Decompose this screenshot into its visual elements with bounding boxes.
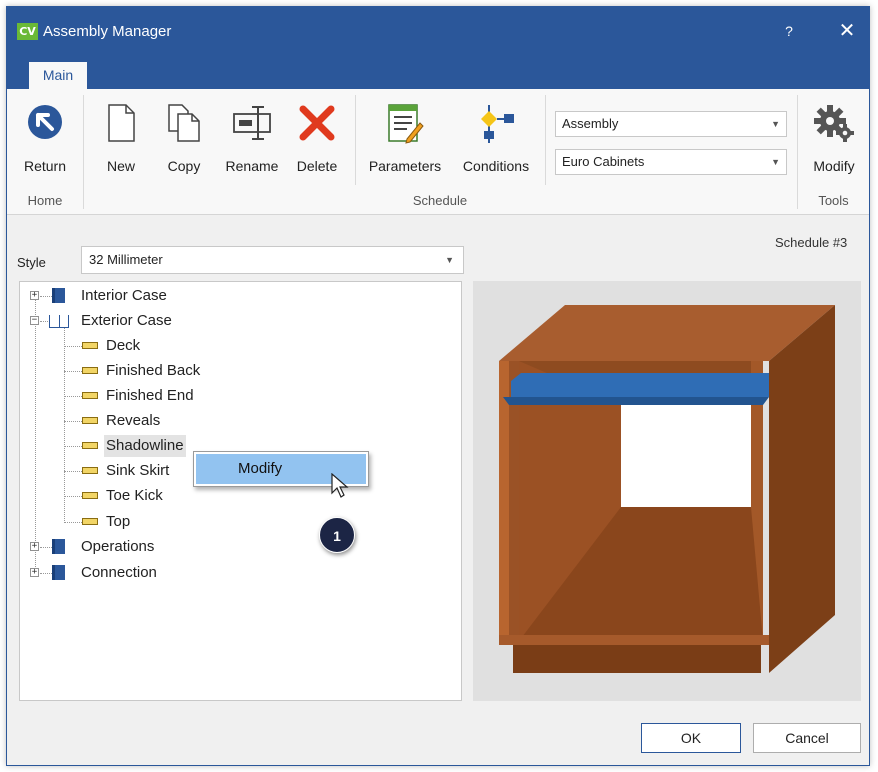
tree-node-finished-back[interactable]: Finished Back <box>106 360 200 382</box>
book-icon <box>52 288 65 303</box>
conditions-icon <box>476 103 516 148</box>
tree-connector <box>64 446 82 447</box>
tree-connector <box>64 396 82 397</box>
tree-connector <box>64 522 82 523</box>
tree-node-shadowline[interactable]: Shadowline <box>104 435 186 457</box>
tree-connector <box>35 296 36 573</box>
tree-node-operations[interactable]: Operations <box>81 536 154 558</box>
group-label-home: Home <box>27 193 63 208</box>
ribbon-separator <box>545 95 546 185</box>
part-icon <box>82 492 98 499</box>
ok-button[interactable]: OK <box>641 723 741 753</box>
delete-label: Delete <box>296 158 338 174</box>
copy-button[interactable]: Copy <box>157 99 211 179</box>
return-label: Return <box>23 158 67 174</box>
parameters-button[interactable]: Parameters <box>363 99 447 179</box>
rename-button[interactable]: Rename <box>221 99 283 179</box>
tree-connector <box>40 573 52 574</box>
library-value: Euro Cabinets <box>562 154 645 169</box>
modify-button[interactable]: Modify <box>803 99 865 179</box>
part-icon <box>82 442 98 449</box>
tree-node-sink-skirt[interactable]: Sink Skirt <box>106 460 169 482</box>
help-button[interactable]: ? <box>777 19 801 43</box>
tree-connector <box>64 371 82 372</box>
gear-icon <box>813 103 855 146</box>
return-button[interactable]: Return <box>17 99 73 179</box>
tree-node-finished-end[interactable]: Finished End <box>106 385 194 407</box>
ribbon-separator <box>797 95 798 209</box>
return-icon <box>26 103 64 144</box>
new-label: New <box>106 158 135 174</box>
copy-label: Copy <box>167 158 201 174</box>
step-callout: 1 <box>319 517 355 553</box>
chevron-down-icon: ▼ <box>771 157 780 167</box>
book-icon <box>52 565 65 580</box>
title-bar: CV Assembly Manager ? ✕ <box>7 7 869 57</box>
assembly-type-select[interactable]: Assembly ▼ <box>555 111 787 137</box>
app-logo: CV <box>17 23 38 40</box>
tree-node-toe-kick[interactable]: Toe Kick <box>106 485 163 507</box>
library-select[interactable]: Euro Cabinets ▼ <box>555 149 787 175</box>
cancel-button[interactable]: Cancel <box>753 723 861 753</box>
copy-icon <box>165 103 203 146</box>
tree-connector <box>40 296 52 297</box>
cabinet-3d-model <box>499 305 835 673</box>
conditions-button[interactable]: Conditions <box>455 99 537 179</box>
ribbon-separator <box>83 95 84 209</box>
parameters-icon <box>385 103 425 148</box>
expand-toggle[interactable]: + <box>30 568 39 577</box>
tree-connector <box>64 328 65 523</box>
book-icon <box>52 539 65 554</box>
collapse-toggle[interactable]: − <box>30 316 39 325</box>
tree-node-reveals[interactable]: Reveals <box>106 410 160 432</box>
new-document-icon <box>104 103 138 146</box>
rename-label: Rename <box>225 158 279 174</box>
tree-node-top[interactable]: Top <box>106 511 130 533</box>
tree-connector <box>64 471 82 472</box>
chevron-down-icon: ▼ <box>445 255 454 265</box>
group-label-schedule: Schedule <box>412 193 468 208</box>
mouse-cursor-icon <box>331 472 349 502</box>
style-select[interactable]: 32 Millimeter ▼ <box>81 246 464 274</box>
tree-node-interior-case[interactable]: Interior Case <box>81 285 167 307</box>
tree-connector <box>64 346 82 347</box>
part-icon <box>82 342 98 349</box>
new-button[interactable]: New <box>95 99 147 179</box>
conditions-label: Conditions <box>462 158 530 174</box>
ribbon-separator <box>355 95 356 185</box>
parameters-label: Parameters <box>368 158 442 174</box>
open-book-icon <box>49 315 69 328</box>
part-icon <box>82 518 98 525</box>
delete-icon <box>297 103 337 146</box>
group-label-tools: Tools <box>818 193 849 208</box>
modify-label: Modify <box>813 158 855 174</box>
tree-node-connection[interactable]: Connection <box>81 562 157 584</box>
style-label: Style <box>17 255 46 270</box>
ribbon-tabstrip: Main <box>7 57 869 89</box>
assembly-tree[interactable]: + Interior Case − Exterior Case Deck Fin… <box>19 281 462 701</box>
chevron-down-icon: ▼ <box>771 119 780 129</box>
ribbon: Return New Copy Rename Delete Parameters… <box>7 89 869 215</box>
assembly-type-value: Assembly <box>562 116 619 131</box>
tree-connector <box>64 496 82 497</box>
window-title: Assembly Manager <box>43 23 172 40</box>
assembly-preview <box>473 281 861 701</box>
tree-connector <box>64 421 82 422</box>
close-button[interactable]: ✕ <box>833 17 861 45</box>
part-icon <box>82 417 98 424</box>
schedule-number: Schedule #3 <box>775 235 848 250</box>
part-icon <box>82 392 98 399</box>
tree-connector <box>40 547 52 548</box>
part-icon <box>82 467 98 474</box>
tree-node-exterior-case[interactable]: Exterior Case <box>81 310 172 332</box>
part-icon <box>82 367 98 374</box>
tab-main[interactable]: Main <box>29 62 87 89</box>
tree-node-deck[interactable]: Deck <box>106 335 140 357</box>
assembly-manager-window: CV Assembly Manager ? ✕ Main Return New <box>6 6 870 766</box>
expand-toggle[interactable]: + <box>30 542 39 551</box>
delete-button[interactable]: Delete <box>289 99 345 179</box>
style-value: 32 Millimeter <box>89 252 163 267</box>
rename-icon <box>231 103 273 146</box>
expand-toggle[interactable]: + <box>30 291 39 300</box>
